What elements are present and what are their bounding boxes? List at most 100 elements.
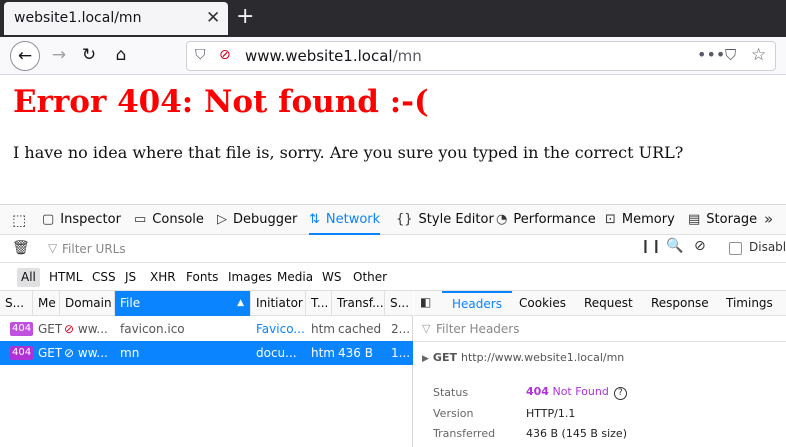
arrow-left-icon: ← bbox=[17, 46, 33, 66]
back-button[interactable]: ← bbox=[10, 41, 40, 71]
search-icon[interactable]: 🔍 bbox=[666, 238, 683, 254]
column-status[interactable]: S... bbox=[0, 291, 33, 316]
network-icon: ⇅ bbox=[309, 212, 320, 227]
tab-label: Style Editor bbox=[418, 212, 494, 227]
tab-debugger[interactable]: ▷ Debugger bbox=[217, 205, 297, 235]
insecure-lock-icon[interactable]: ⊘ bbox=[219, 47, 231, 63]
inspector-icon: ▢ bbox=[42, 212, 55, 227]
filter-js-button[interactable]: JS bbox=[121, 268, 140, 287]
column-domain[interactable]: Domain bbox=[60, 291, 115, 316]
forward-button[interactable]: → bbox=[44, 41, 74, 71]
page-content: Error 404: Not found :-( I have no idea … bbox=[0, 75, 786, 203]
tab-request[interactable]: Request bbox=[584, 291, 633, 316]
devtools-toolbar: ⬚ ▢ Inspector ▭ Console ▷ Debugger ⇅ Network… bbox=[0, 204, 786, 235]
transferred-value: 436 B (145 B size) bbox=[526, 427, 627, 440]
row-method: GET bbox=[38, 322, 63, 336]
tab-cookies[interactable]: Cookies bbox=[519, 291, 566, 316]
status-badge: 404 bbox=[10, 346, 34, 360]
tab-memory[interactable]: ⊡ Memory bbox=[605, 205, 675, 235]
reload-icon: ↻ bbox=[81, 45, 97, 65]
home-button[interactable]: ⌂ bbox=[106, 41, 136, 71]
headers-filter-bar: ▽ bbox=[414, 316, 786, 342]
new-tab-icon[interactable]: + bbox=[236, 4, 254, 29]
url-path: /mn bbox=[392, 47, 422, 65]
column-file[interactable]: File ▲ bbox=[115, 291, 251, 316]
debugger-icon: ▷ bbox=[217, 212, 227, 227]
version-label: Version bbox=[433, 407, 474, 420]
row-domain: ⊘ ww... bbox=[64, 341, 108, 365]
tab-response[interactable]: Response bbox=[651, 291, 709, 316]
tab-label: Memory bbox=[621, 212, 675, 227]
pause-icon[interactable]: ❙❙ bbox=[640, 239, 662, 254]
address-bar[interactable]: ⛉ ⊘ www.website1.local/mn ••• ⛉ ☆ bbox=[186, 41, 776, 71]
style-editor-icon: {} bbox=[396, 212, 413, 227]
filter-other-button[interactable]: Other bbox=[349, 268, 391, 287]
filter-headers-input[interactable] bbox=[436, 320, 736, 338]
column-type[interactable]: T... bbox=[306, 291, 332, 316]
table-row[interactable]: 404 GET ⊘ ww... favicon.ico Favico... ht… bbox=[0, 317, 413, 341]
row-initiator[interactable]: docu... bbox=[256, 341, 297, 365]
url-host: www.website1.local bbox=[245, 47, 393, 65]
row-file: mn bbox=[120, 346, 140, 360]
browser-tab[interactable]: website1.local/mn ✕ bbox=[4, 2, 228, 35]
row-transferred: 436 B bbox=[338, 346, 373, 360]
status-text: Not Found bbox=[552, 385, 609, 398]
column-transferred[interactable]: Transf... bbox=[332, 291, 385, 316]
status-code: 404 bbox=[526, 385, 549, 398]
url-text[interactable]: www.website1.local/mn bbox=[245, 47, 422, 65]
tab-timings[interactable]: Timings bbox=[726, 291, 773, 316]
close-icon[interactable]: ✕ bbox=[206, 8, 220, 28]
chevron-right-icon[interactable]: » bbox=[764, 210, 773, 228]
filter-ws-button[interactable]: WS bbox=[318, 268, 345, 287]
row-type: htm bbox=[311, 322, 335, 336]
tab-network[interactable]: ⇅ Network bbox=[309, 205, 381, 235]
tab-label: Inspector bbox=[60, 212, 121, 227]
navigation-toolbar: ← → ↻ ⌂ ⛉ ⊘ www.website1.local/mn ••• ⛉ … bbox=[0, 37, 786, 75]
tab-console[interactable]: ▭ Console bbox=[134, 205, 204, 235]
bookmark-star-icon[interactable]: ☆ bbox=[751, 45, 766, 65]
column-method[interactable]: Me bbox=[33, 291, 60, 316]
table-row[interactable]: 404 GET ⊘ ww... mn docu... htm 436 B 1..… bbox=[0, 341, 413, 365]
pocket-icon[interactable]: ⛉ bbox=[725, 46, 736, 64]
disable-cache-checkbox[interactable] bbox=[729, 242, 742, 255]
sidebar-toggle-icon[interactable]: ◧ bbox=[420, 295, 431, 309]
help-icon[interactable]: ? bbox=[613, 387, 627, 400]
request-summary[interactable]: ▶ GET http://www.website1.local/mn bbox=[422, 351, 624, 364]
filter-all-button[interactable]: All bbox=[17, 268, 40, 287]
tab-strip: website1.local/mn ✕ + bbox=[0, 0, 786, 37]
error-message: I have no idea where that file is, sorry… bbox=[13, 143, 684, 162]
row-type: htm bbox=[311, 346, 335, 360]
column-initiator[interactable]: Initiator bbox=[251, 291, 306, 316]
filter-fonts-button[interactable]: Fonts bbox=[182, 268, 222, 287]
element-picker-icon[interactable]: ⬚ bbox=[12, 211, 26, 229]
filter-icon: ▽ bbox=[422, 322, 431, 335]
block-icon[interactable]: ⊘ bbox=[694, 238, 706, 254]
filter-css-button[interactable]: CSS bbox=[88, 268, 120, 287]
filter-urls-input[interactable] bbox=[62, 239, 622, 259]
shield-icon[interactable]: ⛉ bbox=[195, 47, 206, 63]
performance-icon: ◔ bbox=[496, 212, 508, 227]
row-initiator[interactable]: Favico... bbox=[256, 317, 305, 341]
tab-storage[interactable]: ▤ Storage bbox=[688, 205, 757, 235]
request-type-filter: All HTML CSS JS XHR Fonts Images Media W… bbox=[0, 263, 786, 291]
trash-icon[interactable]: 🗑 bbox=[12, 240, 30, 256]
tab-performance[interactable]: ◔ Performance bbox=[496, 205, 596, 235]
filter-xhr-button[interactable]: XHR bbox=[146, 268, 180, 287]
filter-html-button[interactable]: HTML bbox=[45, 268, 86, 287]
insecure-lock-icon: ⊘ bbox=[64, 322, 75, 336]
filter-images-button[interactable]: Images bbox=[224, 268, 276, 287]
tab-style-editor[interactable]: {} Style Editor bbox=[396, 205, 494, 235]
row-size: 2... bbox=[391, 322, 411, 336]
filter-media-button[interactable]: Media bbox=[273, 268, 317, 287]
more-actions-icon[interactable]: ••• bbox=[697, 45, 725, 64]
row-domain-text: ww... bbox=[77, 322, 108, 336]
status-value: 404 Not Found? bbox=[526, 385, 627, 400]
reload-button[interactable]: ↻ bbox=[74, 41, 104, 71]
row-domain: ⊘ ww... bbox=[64, 317, 108, 341]
column-size[interactable]: S... bbox=[385, 291, 413, 316]
request-list: S... Me Domain File ▲ Initiator T... Tran… bbox=[0, 291, 413, 447]
network-filter-bar: 🗑 ▽ ❙❙ 🔍 ⊘ Disable bbox=[0, 235, 786, 263]
tab-inspector[interactable]: ▢ Inspector bbox=[42, 205, 121, 235]
tab-headers[interactable]: Headers bbox=[442, 291, 512, 316]
column-file-label: File bbox=[120, 296, 141, 310]
